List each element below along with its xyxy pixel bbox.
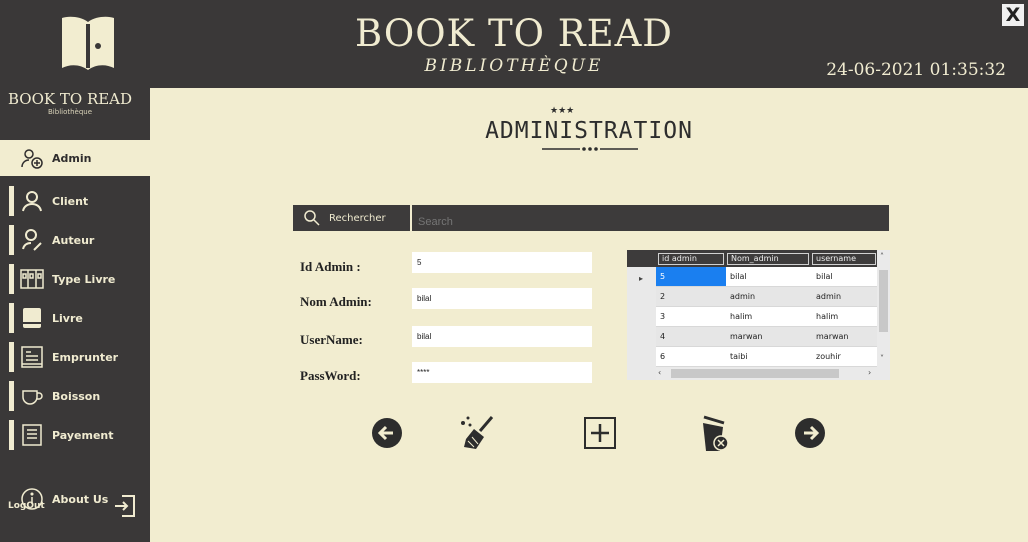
sidebar-item-label: Client [52,194,89,208]
clear-broom-icon[interactable] [458,413,498,453]
sidebar-item-label: Livre [52,311,83,325]
id-admin-field[interactable] [412,252,592,273]
logout-icon[interactable] [112,493,138,519]
receipt-icon [22,424,42,446]
app-title: BOOK TO READ [355,12,673,55]
book-icon [23,308,41,328]
search-icon [304,210,320,226]
table-cell[interactable]: halim [812,307,877,327]
sidebar-item-label: Emprunter [52,350,119,364]
bookshelf-icon [20,269,44,289]
back-arrow-icon[interactable] [367,413,407,453]
sidebar-item-label: Boisson [52,389,101,403]
sidebar-item-label: Admin [52,151,92,165]
datetime-display: 24-06-2021 01:35:32 [826,60,1006,80]
table-cell[interactable]: 3 [656,307,726,327]
table-cell[interactable]: marwan [726,327,812,347]
username-field[interactable] [412,326,592,347]
delete-bin-icon[interactable] [694,413,734,453]
current-row-indicator: ▸ [639,274,644,283]
title-bar: BOOK TO READ BIBLIOTHÈQUE 24-06-2021 01:… [0,0,1028,88]
sidebar-item-boisson[interactable]: Boisson [0,378,150,414]
scroll-down-icon[interactable]: ˅ [880,354,884,363]
sidebar-item-emprunter[interactable]: Emprunter [0,339,150,375]
title-stars: ★★★ [550,106,575,116]
table-cell[interactable]: 6 [656,347,726,367]
page-title: ADMINISTRATION [485,118,693,144]
nom-admin-field[interactable] [412,288,592,309]
title-ornament [542,147,638,151]
search-button[interactable]: Rechercher [293,205,410,231]
author-icon [22,229,42,251]
sidebar-brand: BOOK TO READ [8,90,133,108]
table-cell[interactable]: bilal [726,267,812,287]
horizontal-scroll-thumb[interactable] [671,369,839,378]
password-field[interactable] [412,362,592,383]
search-button-label: Rechercher [329,212,386,224]
sidebar-item-livre[interactable]: Livre [0,300,150,336]
sidebar-brand-sub: Bibliothèque [48,108,93,116]
column-header[interactable]: Nom_admin [727,253,809,265]
main-panel: ★★★ ADMINISTRATION Rechercher Id Admin :… [150,88,1028,542]
table-cell[interactable]: 2 [656,287,726,307]
table-cell[interactable]: 5 [656,267,726,287]
add-plus-icon[interactable] [580,413,620,453]
next-arrow-icon[interactable] [790,413,830,453]
sidebar-item-label: Payement [52,428,114,442]
table-cell[interactable]: admin [726,287,812,307]
column-header[interactable]: username [812,253,876,265]
table-cell[interactable]: zouhir [812,347,877,367]
scroll-right-icon[interactable]: › [868,368,871,377]
id-admin-label: Id Admin : [300,259,361,274]
admin-add-icon [21,149,43,169]
table-cell[interactable]: bilal [812,267,877,287]
table-cell[interactable]: halim [726,307,812,327]
search-input[interactable] [412,205,889,231]
vertical-scroll-thumb[interactable] [879,270,888,332]
sidebar-item-payement[interactable]: Payement [0,417,150,453]
logout-label[interactable]: LogOut [8,501,45,511]
sidebar-item-auteur[interactable]: Auteur [0,222,150,258]
table-cell[interactable]: 4 [656,327,726,347]
close-button[interactable]: X [1002,4,1024,26]
user-icon [22,191,42,212]
sidebar-item-type-livre[interactable]: Type Livre [0,261,150,297]
table-cell[interactable]: taibi [726,347,812,367]
username-label: UserName: [300,332,363,347]
table-cell[interactable]: admin [812,287,877,307]
sidebar-item-label: Type Livre [52,272,116,286]
scroll-left-icon[interactable]: ‹ [658,368,661,377]
borrow-icon [21,346,43,368]
cup-icon [22,390,43,405]
column-header[interactable]: id admin [658,253,724,265]
sidebar-item-label: About Us [52,492,109,506]
sidebar-item-label: Auteur [52,233,95,247]
admin-data-grid[interactable]: id admin Nom_admin username ▸ 5 bilal bi… [627,250,890,380]
sidebar: BOOK TO READ Bibliothèque Admin Client A… [0,88,150,542]
password-label: PassWord: [300,368,361,383]
nom-admin-label: Nom Admin: [300,294,372,309]
table-cell[interactable]: marwan [812,327,877,347]
sidebar-item-admin[interactable]: Admin [0,140,150,176]
scroll-up-icon[interactable]: ˄ [880,252,884,261]
sidebar-item-client[interactable]: Client [0,183,150,219]
